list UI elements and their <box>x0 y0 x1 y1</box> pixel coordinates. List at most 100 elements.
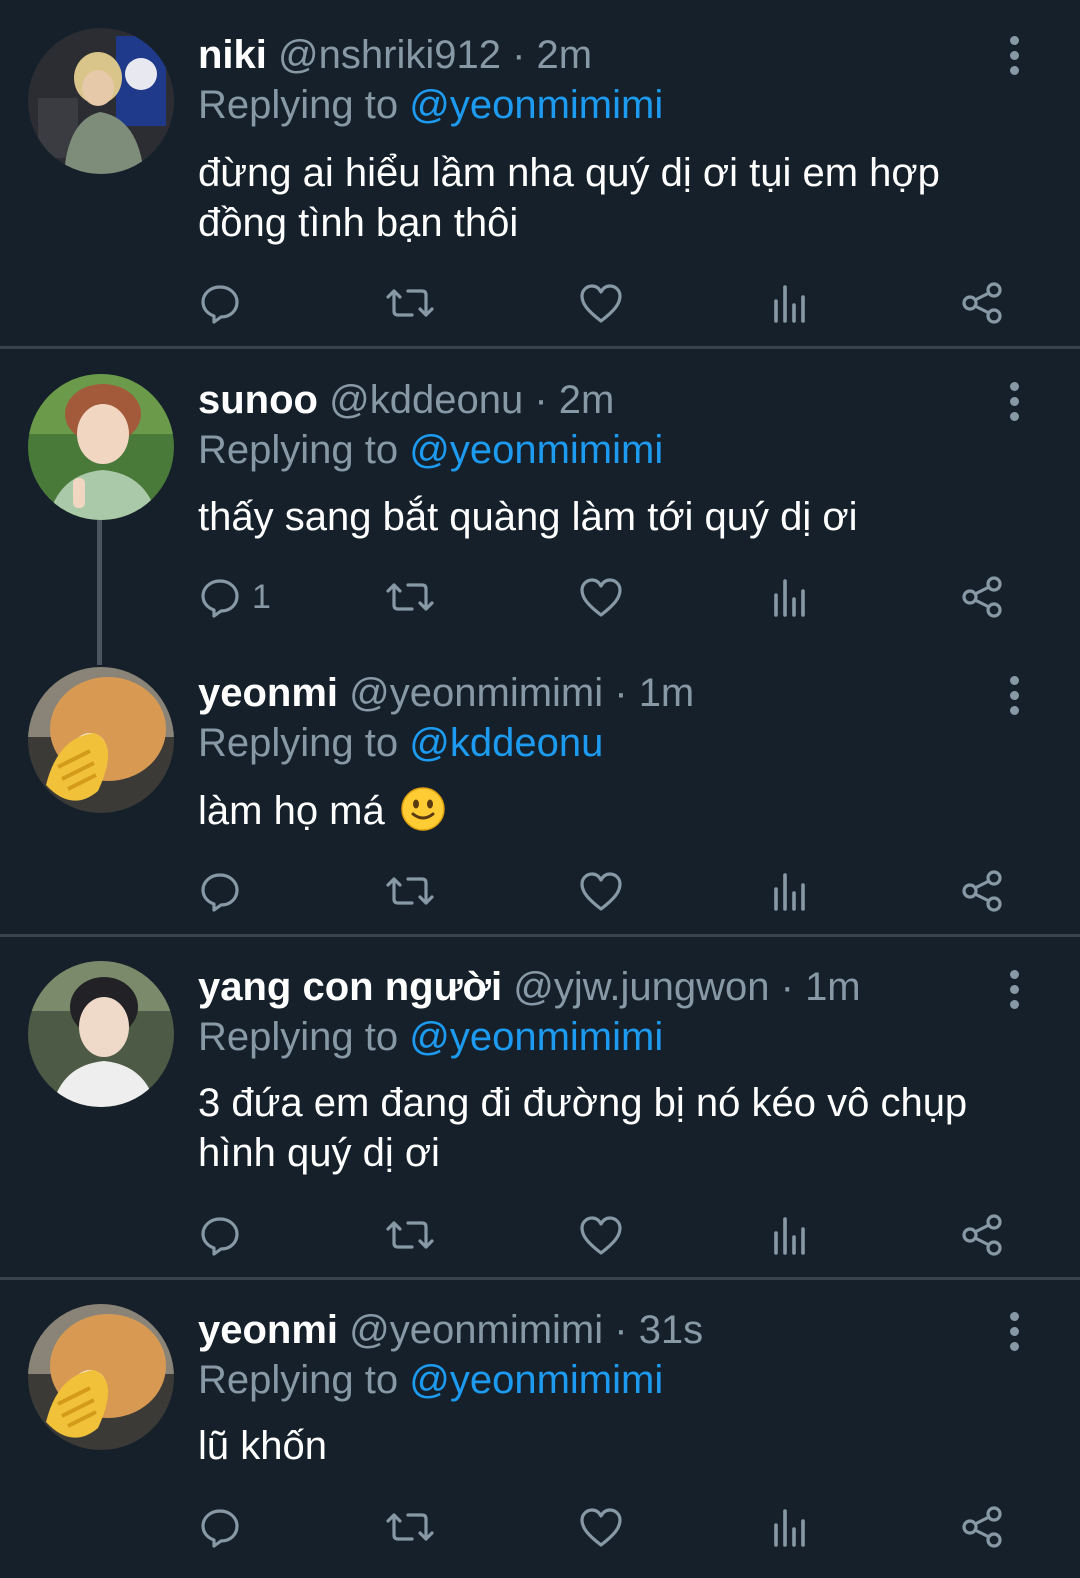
like-button[interactable] <box>578 866 624 916</box>
replying-to: Replying to @yeonmimimi <box>198 80 663 130</box>
reply-button[interactable] <box>198 866 252 916</box>
share-button[interactable] <box>960 278 1004 328</box>
analytics-button[interactable] <box>770 1502 810 1552</box>
reply-icon <box>201 873 239 912</box>
tweet-text: thấy sang bắt quàng làm tới quý dị ơi <box>198 495 858 539</box>
timestamp[interactable]: 31s <box>639 1308 704 1352</box>
analytics-icon <box>774 1509 805 1547</box>
reply-button[interactable] <box>198 1502 252 1552</box>
share-icon <box>962 870 1002 912</box>
more-options-icon[interactable] <box>1000 382 1030 422</box>
like-icon <box>580 1216 622 1255</box>
like-button[interactable] <box>578 1502 624 1552</box>
timestamp[interactable]: 2m <box>537 33 593 77</box>
avatar[interactable] <box>28 1304 174 1450</box>
reply-icon <box>201 1509 239 1548</box>
more-options-icon[interactable] <box>1000 970 1030 1010</box>
retweet-icon <box>386 877 434 905</box>
share-button[interactable] <box>960 866 1004 916</box>
mention-link[interactable]: @yeonmimimi <box>409 1358 663 1402</box>
retweet-icon <box>386 583 434 611</box>
mention-link[interactable]: @yeonmimimi <box>409 428 663 472</box>
display-name[interactable]: yeonmi <box>198 1308 338 1352</box>
separator: · <box>769 965 806 1009</box>
tweet-header: niki @nshriki912 · 2m <box>198 30 592 80</box>
retweet-icon <box>386 289 434 317</box>
replying-prefix: Replying to <box>198 428 410 472</box>
handle[interactable]: @yeonmimimi <box>349 1308 603 1352</box>
action-bar <box>0 1210 1080 1260</box>
replying-to: Replying to @yeonmimimi <box>198 1355 663 1405</box>
avatar[interactable] <box>28 28 174 174</box>
reply-button[interactable] <box>198 278 252 328</box>
tweet-header: yeonmi @yeonmimimi · 1m <box>198 668 694 718</box>
tweet-header: yang con người @yjw.jungwon · 1m <box>198 962 861 1012</box>
analytics-button[interactable] <box>770 866 810 916</box>
analytics-button[interactable] <box>770 1210 810 1260</box>
display-name[interactable]: sunoo <box>198 378 318 422</box>
display-name[interactable]: niki <box>198 33 267 77</box>
display-name[interactable]: yang con người <box>198 965 502 1009</box>
timestamp[interactable]: 1m <box>805 965 861 1009</box>
more-options-icon[interactable] <box>1000 36 1030 76</box>
separator: · <box>500 33 537 77</box>
handle[interactable]: @yeonmimimi <box>349 671 603 715</box>
mention-link[interactable]: @yeonmimimi <box>409 83 663 127</box>
replying-prefix: Replying to <box>198 83 410 127</box>
avatar[interactable] <box>28 374 174 520</box>
analytics-button[interactable] <box>770 572 810 622</box>
reply-icon <box>201 1217 239 1256</box>
tweet-text: đừng ai hiểu lầm nha quý dị ơi tụi em hợ… <box>198 151 940 245</box>
like-button[interactable] <box>578 572 624 622</box>
analytics-icon <box>774 285 805 323</box>
mention-link[interactable]: @yeonmimimi <box>409 1015 663 1059</box>
analytics-button[interactable] <box>770 278 810 328</box>
analytics-icon <box>774 579 805 617</box>
action-bar <box>0 866 1080 916</box>
retweet-button[interactable] <box>386 278 434 328</box>
action-bar <box>0 278 1080 328</box>
retweet-button[interactable] <box>386 1210 434 1260</box>
replying-prefix: Replying to <box>198 721 410 765</box>
share-button[interactable] <box>960 1502 1004 1552</box>
handle[interactable]: @nshriki912 <box>278 33 501 77</box>
separator: · <box>603 671 639 715</box>
like-icon <box>580 284 622 323</box>
action-bar <box>0 1502 1080 1552</box>
share-icon <box>962 282 1002 324</box>
handle[interactable]: @yjw.jungwon <box>513 965 769 1009</box>
share-button[interactable] <box>960 1210 1004 1260</box>
like-icon <box>580 872 622 911</box>
like-button[interactable] <box>578 278 624 328</box>
divider <box>0 346 1080 349</box>
analytics-icon <box>774 873 805 911</box>
reply-button[interactable] <box>198 1210 252 1260</box>
mention-link[interactable]: @kddeonu <box>409 721 603 765</box>
share-icon <box>962 1214 1002 1256</box>
handle[interactable]: @kddeonu <box>329 378 523 422</box>
retweet-icon <box>386 1221 434 1249</box>
share-icon <box>962 576 1002 618</box>
like-icon <box>580 1508 622 1547</box>
separator: · <box>603 1308 639 1352</box>
retweet-button[interactable] <box>386 572 434 622</box>
more-options-icon[interactable] <box>1000 676 1030 716</box>
action-bar: 1 <box>0 572 1080 622</box>
reply-button[interactable]: 1 <box>198 572 271 622</box>
more-options-icon[interactable] <box>1000 1312 1030 1352</box>
like-button[interactable] <box>578 1210 624 1260</box>
tweet-text: lũ khốn <box>198 1424 327 1468</box>
avatar[interactable] <box>28 667 174 813</box>
replying-to: Replying to @yeonmimimi <box>198 425 663 475</box>
reply-icon <box>201 579 239 618</box>
divider <box>0 934 1080 937</box>
retweet-button[interactable] <box>386 1502 434 1552</box>
timestamp[interactable]: 2m <box>559 378 615 422</box>
reply-icon <box>201 285 239 324</box>
display-name[interactable]: yeonmi <box>198 671 338 715</box>
like-icon <box>580 578 622 617</box>
share-button[interactable] <box>960 572 1004 622</box>
avatar[interactable] <box>28 961 174 1107</box>
timestamp[interactable]: 1m <box>639 671 695 715</box>
retweet-button[interactable] <box>386 866 434 916</box>
